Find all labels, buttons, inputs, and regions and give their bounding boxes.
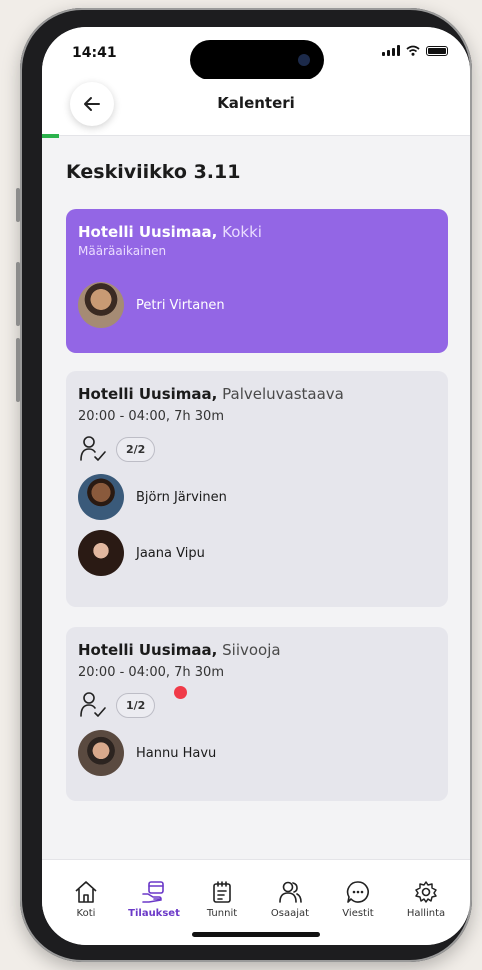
shift-role: Kokki	[222, 223, 262, 241]
gear-icon	[415, 881, 437, 903]
day-title: Keskiviikko 3.11	[66, 161, 241, 183]
signal-icon	[382, 45, 400, 56]
orders-icon	[142, 881, 164, 903]
status-bar: 14:41	[42, 27, 470, 80]
shift-contract-type: Määräaikainen	[78, 244, 167, 258]
shift-time: 20:00 - 04:00, 7h 30m	[78, 665, 224, 680]
tab-label: Tilaukset	[128, 908, 180, 919]
status-icons	[382, 45, 448, 56]
person-name: Petri Virtanen	[136, 297, 225, 313]
person-name: Hannu Havu	[136, 745, 217, 761]
people-icon	[279, 881, 302, 903]
staffing-row: 1/2	[78, 686, 436, 720]
volume-down-button	[16, 338, 20, 402]
battery-icon	[426, 45, 448, 56]
shift-card-palveluvastaava[interactable]: Hotelli Uusimaa, Palveluvastaava 20:00 -…	[66, 371, 448, 607]
shift-title: Hotelli Uusimaa, Kokki	[78, 223, 436, 241]
wifi-icon	[406, 45, 420, 56]
alert-dot	[174, 686, 187, 699]
shift-employer: Hotelli Uusimaa,	[78, 641, 218, 659]
shift-employer: Hotelli Uusimaa,	[78, 223, 218, 241]
shift-title: Hotelli Uusimaa, Siivooja	[78, 641, 436, 659]
filled-count-badge: 2/2	[116, 436, 156, 462]
bottom-tab-bar: Koti Tilaukset Tunnit Osaajat Viestit Ha…	[42, 859, 470, 945]
shift-title: Hotelli Uusimaa, Palveluvastaava	[78, 385, 436, 403]
tab-hallinta[interactable]: Hallinta	[398, 860, 454, 945]
shift-employer: Hotelli Uusimaa,	[78, 385, 218, 403]
progress-bar	[42, 134, 60, 138]
assigned-person[interactable]: Björn Järvinen	[78, 474, 436, 520]
shift-card-siivooja[interactable]: Hotelli Uusimaa, Siivooja 20:00 - 04:00,…	[66, 627, 448, 801]
shift-time: 20:00 - 04:00, 7h 30m	[78, 409, 224, 424]
side-button	[16, 188, 20, 222]
avatar	[78, 474, 124, 520]
home-indicator	[192, 932, 320, 937]
chat-icon	[346, 881, 369, 903]
tab-viestit[interactable]: Viestit	[330, 860, 386, 945]
camera-icon	[298, 54, 310, 66]
page-title: Kalenteri	[217, 94, 295, 112]
assigned-person[interactable]: Hannu Havu	[78, 730, 436, 776]
assigned-person[interactable]: Petri Virtanen	[78, 282, 436, 328]
tab-tilaukset[interactable]: Tilaukset	[126, 860, 182, 945]
clipboard-icon	[213, 881, 231, 903]
screen: 14:41 Kalenteri Keskiviikko 3.11 Hotelli…	[42, 27, 470, 945]
person-name: Björn Järvinen	[136, 489, 227, 505]
tab-koti[interactable]: Koti	[58, 860, 114, 945]
tab-label: Hallinta	[406, 908, 446, 919]
person-check-icon	[80, 436, 106, 461]
app-header: Kalenteri	[42, 79, 470, 136]
person-check-icon	[80, 692, 106, 717]
dynamic-island	[190, 40, 324, 80]
tab-label: Tunnit	[206, 908, 238, 919]
staffing-row: 2/2	[78, 434, 436, 464]
tab-label: Viestit	[342, 908, 374, 919]
shift-role: Siivooja	[222, 641, 281, 659]
tab-label: Osaajat	[270, 908, 310, 919]
shift-role: Palveluvastaava	[222, 385, 344, 403]
filled-count-badge: 1/2	[116, 692, 156, 718]
person-name: Jaana Vipu	[136, 545, 205, 561]
avatar	[78, 530, 124, 576]
avatar	[78, 730, 124, 776]
avatar	[78, 282, 124, 328]
assigned-person[interactable]: Jaana Vipu	[78, 530, 436, 576]
shift-card-kokki[interactable]: Hotelli Uusimaa, Kokki Määräaikainen Pet…	[66, 209, 448, 353]
volume-up-button	[16, 262, 20, 326]
home-icon	[75, 881, 97, 903]
status-time: 14:41	[72, 45, 117, 61]
tab-label: Koti	[76, 908, 96, 919]
